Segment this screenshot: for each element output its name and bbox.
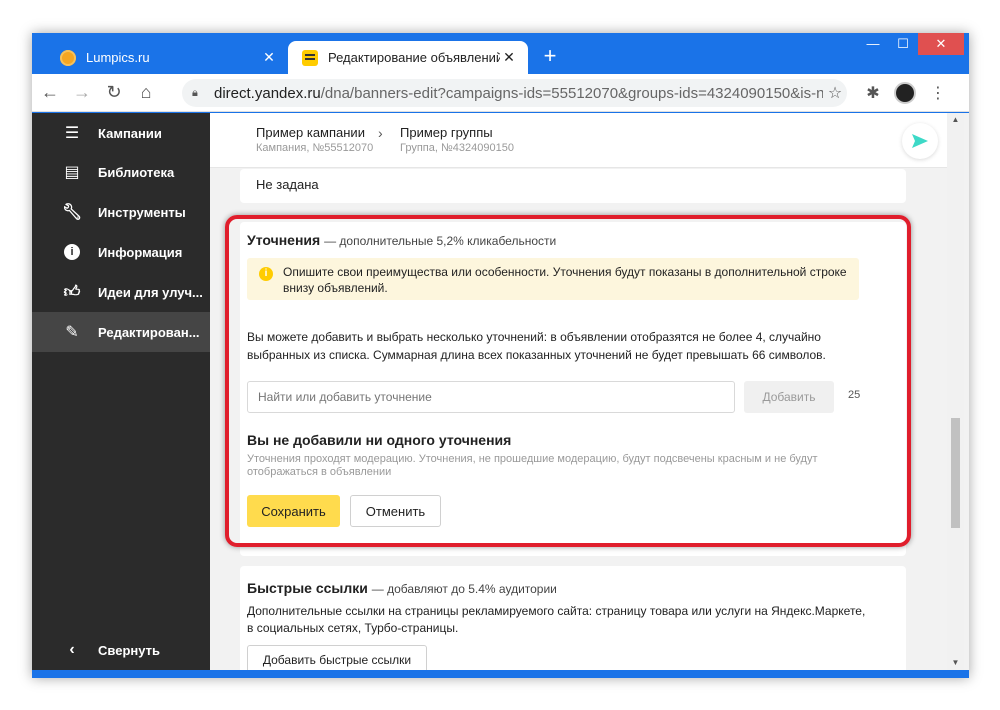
info-icon: i [62,243,82,261]
refinements-description: Вы можете добавить и выбрать несколько у… [247,330,826,362]
tab-title: Редактирование объявлений [328,50,500,65]
sidebar-item-tools[interactable]: 🔧︎ Инструменты [32,192,210,232]
sidebar-collapse[interactable]: ‹ Свернуть [32,630,210,670]
scroll-down-icon[interactable]: ▼ [947,656,964,670]
info-text: Опишите свои преимущества или особенност… [283,265,847,295]
sidebar-item-campaigns[interactable]: ☰ Кампании [32,113,210,153]
group-name: Пример группы [400,125,493,140]
breadcrumb-campaign[interactable]: Пример кампании Кампания, №55512070 [256,125,373,154]
quick-links-title: Быстрые ссылки — добавляют до 5.4% аудит… [247,580,557,596]
sidebar: ☰ Кампании ▤ Библиотека 🔧︎ Инструменты i… [32,113,210,670]
previous-card: Не задана [240,169,906,203]
empty-state-title: Вы не добавили ни одного уточнения [247,432,512,448]
breadcrumb-group[interactable]: Пример группы Группа, №4324090150 [400,125,514,154]
chevron-left-icon: ‹ [69,641,75,658]
save-button[interactable]: Сохранить [247,495,340,527]
url-text[interactable]: direct.yandex.ru/dna/banners-edit?campai… [214,85,823,102]
thumbs-up-icon: 👍︎ [63,283,81,301]
list-icon: ☰ [64,125,80,142]
scroll-up-icon[interactable]: ▲ [947,113,964,127]
close-tab-icon[interactable]: ✕ [500,49,518,66]
menu-kebab-icon[interactable]: ⋮ [925,79,951,107]
add-quick-links-button[interactable]: Добавить быстрые ссылки [247,645,427,670]
browser-toolbar: ← → ↻ ⌂ 🔒︎ direct.yandex.ru/dna/banners-… [32,74,969,112]
sidebar-item-label: Библиотека [98,164,175,180]
maximize-icon[interactable]: ☐ [888,33,918,55]
new-tab-plus-icon[interactable]: + [538,45,562,69]
window-close-icon[interactable]: ✕ [918,33,964,55]
cancel-button[interactable]: Отменить [350,495,441,527]
sidebar-item-editing[interactable]: ✎ Редактирован... [32,312,210,352]
forward-arrow-icon[interactable]: → [68,79,96,107]
campaign-name: Пример кампании [256,125,365,140]
chevron-right-icon: › [378,125,383,141]
tab-title: Lumpics.ru [86,50,150,65]
refinement-search-input[interactable] [247,381,735,413]
send-icon[interactable] [902,123,938,159]
back-arrow-icon[interactable]: ← [36,79,64,107]
profile-avatar[interactable] [892,79,918,107]
sidebar-collapse-label: Свернуть [98,642,160,658]
bookmark-star-icon[interactable]: ☆ [823,83,847,103]
page-viewport: ☰ Кампании ▤ Библиотека 🔧︎ Инструменты i… [32,113,969,670]
sidebar-item-label: Идеи для улуч... [98,284,203,300]
sidebar-item-label: Редактирован... [98,324,200,340]
extensions-puzzle-icon[interactable]: ✱ [860,79,886,107]
info-icon: i [259,267,273,281]
group-id: Группа, №4324090150 [400,142,514,154]
empty-state-description: Уточнения проходят модерацию. Уточнения,… [247,453,818,478]
browser-window: Lumpics.ru ✕ Редактирование объявлений ✕… [32,33,969,678]
tab-lumpics[interactable]: Lumpics.ru ✕ [46,41,288,74]
tab-edit-ads[interactable]: Редактирование объявлений ✕ [288,41,528,74]
refinements-subtitle: — дополнительные 5,2% кликабельности [324,234,557,248]
sidebar-item-label: Кампании [98,125,162,141]
sidebar-item-label: Инструменты [98,204,186,220]
minimize-icon[interactable]: — [858,33,888,55]
add-refinement-button[interactable]: Добавить [744,381,834,413]
address-bar[interactable]: 🔒︎ direct.yandex.ru/dna/banners-edit?cam… [182,79,847,107]
sidebar-item-ideas[interactable]: 👍︎ Идеи для улуч... [32,272,210,312]
lumpics-favicon-icon [60,49,76,66]
main-content: Пример кампании Кампания, №55512070 › Пр… [210,113,947,670]
prev-card-value: Не задана [256,177,319,192]
quick-links-subtitle: — добавляют до 5.4% аудитории [371,582,557,596]
lock-icon: 🔒︎ [192,87,198,99]
breadcrumb: Пример кампании Кампания, №55512070 › Пр… [210,113,947,168]
pencil-icon: ✎ [65,324,79,341]
scrollbar[interactable]: ▲ ▼ [947,113,964,670]
sidebar-item-info[interactable]: i Информация [32,232,210,272]
library-icon: ▤ [64,164,80,181]
quick-links-description: Дополнительные ссылки на страницы реклам… [247,604,866,635]
close-tab-icon[interactable]: ✕ [260,49,278,66]
sidebar-item-library[interactable]: ▤ Библиотека [32,152,210,192]
info-banner: i Опишите свои преимущества или особенно… [247,258,859,300]
sidebar-item-label: Информация [98,244,183,260]
scroll-thumb[interactable] [951,418,960,528]
refinements-title: Уточнения — дополнительные 5,2% кликабел… [247,232,557,248]
reload-icon[interactable]: ↻ [100,79,128,107]
yandex-direct-favicon-icon [302,49,318,66]
wrench-icon: 🔧︎ [61,204,83,221]
character-counter: 25 [848,389,861,401]
tab-strip: Lumpics.ru ✕ Редактирование объявлений ✕… [32,33,969,74]
campaign-id: Кампания, №55512070 [256,142,374,154]
home-icon[interactable]: ⌂ [132,79,160,107]
